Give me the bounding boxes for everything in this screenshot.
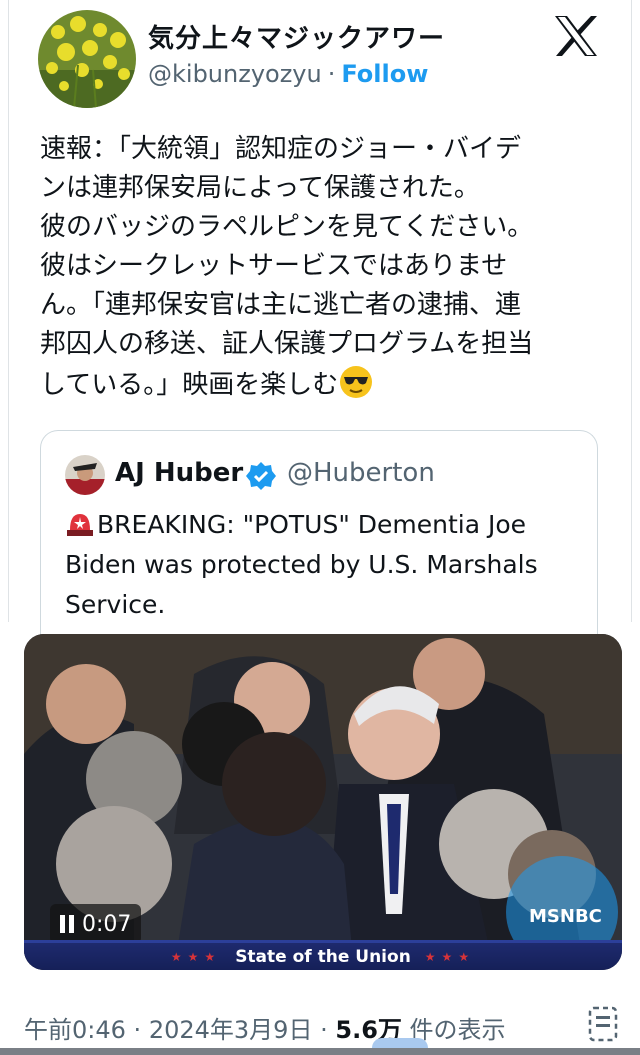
sunglasses-emoji-icon: [338, 364, 374, 400]
tweet-text: 速報：「大統領」認知症のジョー・バイデ ンは連邦保安局によって保護された。 彼の…: [40, 130, 600, 405]
banner-text: State of the Union: [235, 946, 411, 967]
quoted-author-avatar[interactable]: [65, 455, 105, 495]
quoted-line: Biden was protected by U.S. Marshals: [65, 550, 538, 579]
tweet-line: 速報：「大統領」認知症のジョー・バイデ: [40, 134, 522, 164]
follow-button[interactable]: Follow: [341, 60, 428, 88]
quoted-tweet[interactable]: AJ Huber @Huberton BREAKING: "POTUS" Dem…: [40, 430, 598, 660]
quoted-line-text: BREAKING: "POTUS" Dementia Joe: [97, 510, 527, 539]
meta-separator: ·: [320, 1016, 328, 1044]
banner-stars-right: ★★★: [424, 949, 476, 964]
tweet-line: 彼のバッジのラペルピンを見てください。: [40, 212, 534, 242]
pause-icon[interactable]: [60, 915, 74, 933]
quoted-text: BREAKING: "POTUS" Dementia Joe Biden was…: [65, 505, 585, 625]
quoted-line: BREAKING: "POTUS" Dementia Joe: [65, 505, 585, 545]
tweet-meta: 午前0:46 · 2024年3月9日 · 5.6万 件の表示: [24, 1010, 506, 1045]
quoted-author-name[interactable]: AJ Huber: [115, 458, 243, 488]
tweet-line: ん。「連邦保安官は主に逃亡者の逮捕、連: [40, 290, 522, 320]
tweet-date[interactable]: 2024年3月9日: [149, 1016, 313, 1044]
author-display-name[interactable]: 気分上々マジックアワー: [148, 18, 445, 55]
video-time: 0:07: [82, 911, 132, 937]
tweet-line: ンは連邦保安局によって保護された。: [40, 173, 480, 203]
tweet-line-text: している。」映画を楽しむ: [40, 370, 339, 400]
video-lower-third: ★★★ State of the Union ★★★: [24, 940, 622, 970]
network-logo: MSNBC: [529, 906, 602, 927]
video-player[interactable]: MSNBC 0:07 ★★★ State of the Union ★★★: [24, 634, 622, 970]
tweet-time[interactable]: 午前0:46: [24, 1016, 126, 1044]
x-logo-icon[interactable]: [553, 14, 599, 58]
author-handle[interactable]: @kibunzyozyu: [148, 60, 322, 88]
tweet-line-last: している。」映画を楽しむ: [40, 364, 600, 405]
meta-separator: ·: [133, 1016, 142, 1044]
author-avatar[interactable]: [38, 10, 136, 108]
author-handle-row: @kibunzyozyu · Follow: [148, 60, 428, 88]
banner-stars-left: ★★★: [170, 949, 222, 964]
analytics-icon[interactable]: [586, 1004, 622, 1044]
video-timer[interactable]: 0:07: [50, 904, 142, 944]
siren-icon: [65, 508, 95, 536]
quoted-author-handle[interactable]: @Huberton: [287, 458, 435, 488]
bottom-nav-bar: [0, 1048, 640, 1055]
verified-badge-icon: [246, 461, 276, 491]
handle-separator: ·: [327, 60, 336, 88]
tweet-line: 彼はシークレットサービスではありませ: [40, 251, 508, 281]
tweet-line: 邦囚人の移送、証人保護プログラムを担当: [40, 329, 534, 359]
quoted-line: Service.: [65, 590, 166, 619]
